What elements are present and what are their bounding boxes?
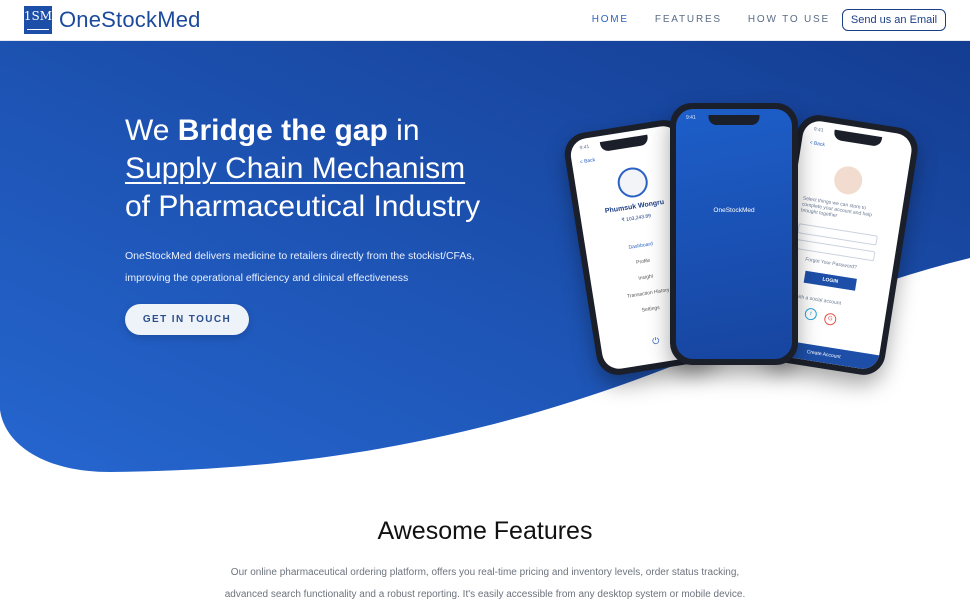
features-description-line1: Our online pharmaceutical ordering platf… <box>230 567 740 578</box>
hero-title-pre: We <box>125 114 178 147</box>
phone-notch <box>599 134 650 153</box>
status-time: 9:41 <box>686 115 696 121</box>
features-title: Awesome Features <box>377 517 593 545</box>
forgot-password-link: Forgot Your Password? <box>804 256 858 271</box>
top-navbar: 1SM OneStockMed HOME FEATURES HOW TO USE… <box>0 0 970 41</box>
get-in-touch-button[interactable]: GET IN TOUCH <box>125 304 249 335</box>
send-email-button[interactable]: Send us an Email <box>842 9 946 31</box>
back-link: < Back <box>809 139 826 149</box>
login-intro: Select things we can store to complete y… <box>800 195 873 220</box>
hero-title-line3: of Pharmaceutical Industry <box>125 190 481 223</box>
logo-mark-icon: 1SM <box>24 6 52 34</box>
login-button: LOGIN <box>803 270 857 291</box>
profile-avatar-icon <box>615 165 650 200</box>
phone-splash-screen: 9:41 OneStockMed <box>676 109 792 359</box>
hero-title-post: in <box>387 114 420 147</box>
google-plus-icon: G <box>823 312 838 327</box>
phone-mockups: 9:41 < Back Phumsuk Wongru ₹ 103,243.89 … <box>561 100 921 390</box>
hero-description: OneStockMed delivers medicine to retaile… <box>125 245 505 289</box>
login-avatar-icon <box>832 164 865 197</box>
hero-description-line2: improving the operational efficiency and… <box>125 272 409 284</box>
hero-title-bold: Bridge the gap <box>177 114 388 147</box>
create-account-link: Create Account <box>806 348 841 361</box>
nav-link-features[interactable]: FEATURES <box>655 14 722 25</box>
hero-title-line2: Supply Chain Mechanism <box>125 152 466 185</box>
features-description-line2: advanced search functionality and a robu… <box>224 589 746 600</box>
hero-title: We Bridge the gap in Supply Chain Mechan… <box>125 112 480 226</box>
status-time: 9:41 <box>579 143 590 152</box>
twitter-icon: t <box>803 307 818 321</box>
phone-notch <box>833 129 883 148</box>
nav-link-home[interactable]: HOME <box>592 14 629 25</box>
hero-description-line1: OneStockMed delivers medicine to retaile… <box>125 250 475 262</box>
social-login-text: with a social account <box>794 293 842 307</box>
nav-link-how-to-use[interactable]: HOW TO USE <box>748 14 830 25</box>
phone-notch <box>708 115 760 125</box>
nav-links: HOME FEATURES HOW TO USE <box>592 14 830 25</box>
splash-brand-label: OneStockMed <box>713 207 755 214</box>
phone-splash-mockup: 9:41 OneStockMed <box>670 103 798 365</box>
status-time: 9:41 <box>813 126 824 134</box>
features-description: Our online pharmaceutical ordering platf… <box>215 562 755 601</box>
brand-logo[interactable]: 1SM OneStockMed <box>24 6 201 34</box>
brand-name: OneStockMed <box>59 7 201 32</box>
back-link: < Back <box>579 157 596 166</box>
